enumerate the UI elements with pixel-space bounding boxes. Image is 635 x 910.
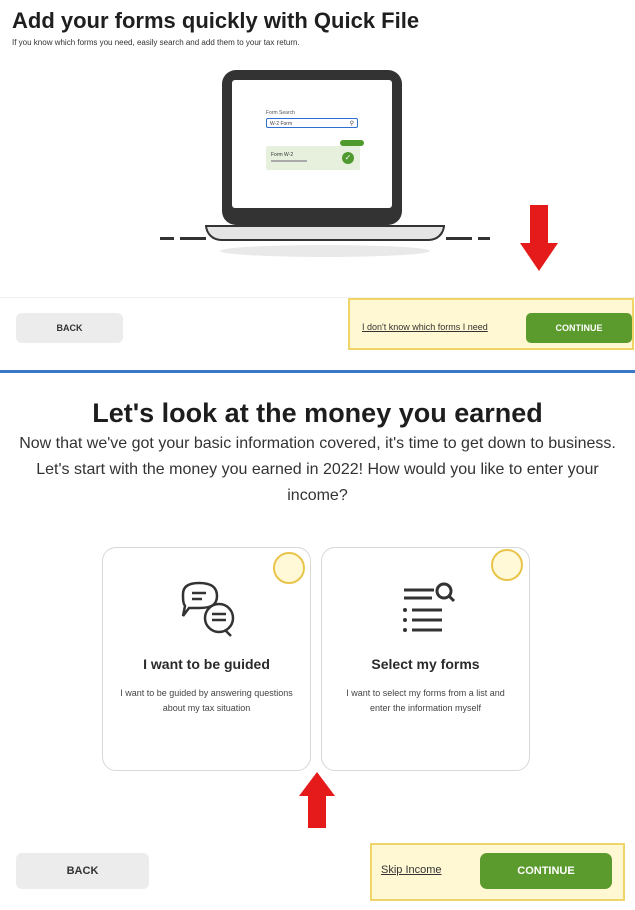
forms-radio[interactable]	[491, 549, 523, 581]
skip-income-link[interactable]: Skip Income	[381, 864, 442, 876]
section-title: Let's look at the money you earned	[92, 398, 543, 428]
continue-button[interactable]: CONTINUE	[526, 313, 632, 343]
guided-title: I want to be guided	[143, 656, 270, 672]
laptop-display: Form Search W-2 Form ⚲ Form W-2 ✓	[232, 80, 392, 208]
dash-right	[446, 237, 472, 240]
red-arrow-up-icon	[299, 772, 335, 828]
laptop-shadow	[220, 245, 430, 257]
back-button[interactable]: BACK	[16, 313, 123, 343]
dash-left-2	[180, 237, 206, 240]
laptop-base	[205, 225, 445, 241]
laptop-screen: Form Search W-2 Form ⚲ Form W-2 ✓	[222, 70, 402, 225]
list-search-icon	[403, 582, 456, 632]
laptop-illustration: Form Search W-2 Form ⚲ Form W-2 ✓	[160, 70, 490, 260]
forms-option-card[interactable]: Select my forms I want to select my form…	[321, 547, 530, 771]
section-divider	[0, 370, 635, 373]
search-icon: ⚲	[349, 121, 354, 127]
page-title: Add your forms quickly with Quick File	[12, 8, 420, 33]
guided-radio[interactable]	[273, 552, 305, 584]
dash-left	[160, 237, 174, 240]
forms-title: Select my forms	[371, 656, 480, 672]
mini-search-field: W-2 Form ⚲	[266, 118, 358, 128]
mini-result-card: Form W-2 ✓	[266, 146, 360, 170]
check-icon: ✓	[342, 152, 354, 164]
dash-right-2	[478, 237, 490, 240]
forms-description: I want to select my forms from a list an…	[346, 688, 505, 713]
mini-search-label: Form Search	[266, 110, 295, 116]
red-arrow-down-icon	[520, 205, 558, 271]
chat-bubbles-icon	[181, 581, 235, 637]
section-body: Now that we've got your basic informatio…	[19, 435, 616, 504]
mini-result-line	[271, 160, 307, 162]
mini-result-title: Form W-2	[271, 152, 294, 158]
continue-button-bottom[interactable]: CONTINUE	[480, 853, 612, 889]
mini-search-value: W-2 Form	[270, 121, 293, 127]
page-subtitle: If you know which forms you need, easily…	[12, 38, 300, 47]
back-button-bottom[interactable]: BACK	[16, 853, 149, 889]
guided-description: I want to be guided by answering questio…	[120, 688, 293, 713]
unknown-forms-link[interactable]: I don't know which forms I need	[362, 322, 488, 332]
